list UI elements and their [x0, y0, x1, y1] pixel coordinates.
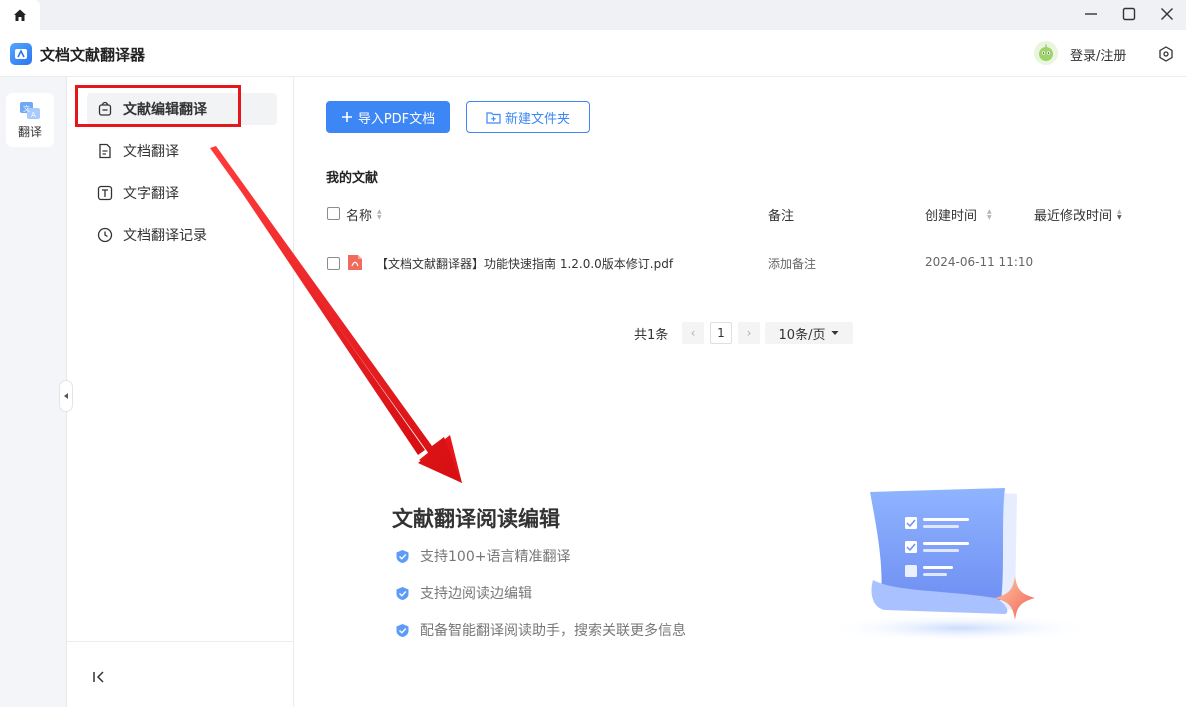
- column-header-created-label: 创建时间: [925, 209, 978, 224]
- home-tab[interactable]: [0, 0, 40, 30]
- column-header-modified[interactable]: 最近修改时间 ▲ ▼: [1034, 205, 1122, 224]
- hexagon-settings-icon: [1159, 46, 1173, 62]
- new-folder-button[interactable]: 新建文件夹: [466, 101, 590, 133]
- minimize-button[interactable]: [1072, 0, 1110, 28]
- close-icon: [1161, 8, 1173, 20]
- new-folder-label: 新建文件夹: [504, 111, 570, 127]
- prev-page-button[interactable]: ‹: [682, 322, 704, 344]
- robot-avatar-icon: [1039, 44, 1053, 61]
- folder-add-icon: [486, 111, 501, 124]
- import-pdf-button[interactable]: 导入PDF文档: [326, 101, 450, 133]
- sidebar-divider: [67, 641, 294, 642]
- plus-icon: [341, 112, 352, 122]
- import-pdf-label: 导入PDF文档: [357, 111, 436, 127]
- sort-icon: ▲ ▼: [987, 207, 992, 221]
- translate-icon: 文 A: [20, 101, 40, 119]
- rail-collapse-handle[interactable]: [59, 380, 73, 412]
- clock-icon: [97, 227, 113, 243]
- collapse-left-icon: [93, 671, 104, 683]
- sidebar-item-label: 文档翻译记录: [123, 228, 207, 244]
- sidebar-item-label: 文档翻译: [123, 144, 179, 160]
- highlight-annotation-box: [75, 85, 241, 127]
- avatar[interactable]: [1034, 41, 1058, 65]
- title-bar: [0, 0, 1186, 30]
- maximize-icon: [1122, 7, 1136, 21]
- column-header-note-label: 备注: [768, 209, 795, 224]
- app-header: 文档文献翻译器 登录/注册: [0, 30, 1186, 77]
- svg-text:文: 文: [23, 104, 30, 113]
- login-register-link[interactable]: 登录/注册: [1070, 45, 1126, 64]
- check-badge-icon: [395, 623, 410, 638]
- close-button[interactable]: [1148, 0, 1186, 28]
- created-time: 2024-06-11 11:10: [925, 255, 1034, 269]
- pagination-total: 共1条: [634, 328, 669, 343]
- icon-rail: 文 A 翻译: [0, 77, 67, 707]
- add-note-link[interactable]: 添加备注: [768, 255, 816, 272]
- caret-left-icon: [64, 393, 68, 399]
- text-icon: [97, 185, 113, 201]
- minimize-icon: [1085, 13, 1097, 15]
- check-badge-icon: [395, 586, 410, 601]
- sort-icon: ▲ ▼: [1117, 207, 1122, 221]
- next-page-button[interactable]: ›: [738, 322, 760, 344]
- app-logo: [10, 43, 32, 65]
- svg-text:A: A: [31, 111, 36, 119]
- document-icon: [97, 143, 113, 159]
- rail-translate-label: 翻译: [17, 124, 42, 139]
- page-size-label: 10条/页: [778, 327, 826, 343]
- home-icon: [14, 9, 26, 21]
- check-badge-icon: [395, 549, 410, 564]
- feature-item: 配备智能翻译阅读助手，搜索关联更多信息: [395, 620, 686, 640]
- sidebar-item-label: 文字翻译: [123, 186, 179, 202]
- feature-item: 支持100+语言精准翻译: [395, 546, 570, 566]
- feature-text: 支持边阅读边编辑: [420, 586, 532, 602]
- collapse-sidebar-button[interactable]: [91, 669, 107, 685]
- column-header-note: 备注: [768, 205, 794, 224]
- feature-text: 支持100+语言精准翻译: [420, 549, 571, 565]
- promo-title: 文献翻译阅读编辑: [392, 507, 560, 531]
- feature-item: 支持边阅读边编辑: [395, 583, 532, 603]
- settings-button[interactable]: [1157, 45, 1175, 63]
- page-size-select[interactable]: 10条/页: [765, 322, 853, 344]
- caret-down-icon: [831, 331, 839, 335]
- app-title: 文档文献翻译器: [40, 46, 146, 64]
- rail-translate-button[interactable]: 文 A 翻译: [6, 93, 54, 147]
- page-number-current[interactable]: 1: [710, 322, 732, 344]
- maximize-button[interactable]: [1110, 0, 1148, 28]
- arrow-annotation: [210, 146, 462, 483]
- column-header-created[interactable]: 创建时间 ▲ ▼: [925, 205, 992, 224]
- column-header-modified-label: 最近修改时间: [1034, 209, 1113, 224]
- feature-text: 配备智能翻译阅读助手，搜索关联更多信息: [420, 623, 686, 639]
- checklist-scroll-illustration: [825, 488, 1095, 642]
- logo-icon: [15, 49, 27, 59]
